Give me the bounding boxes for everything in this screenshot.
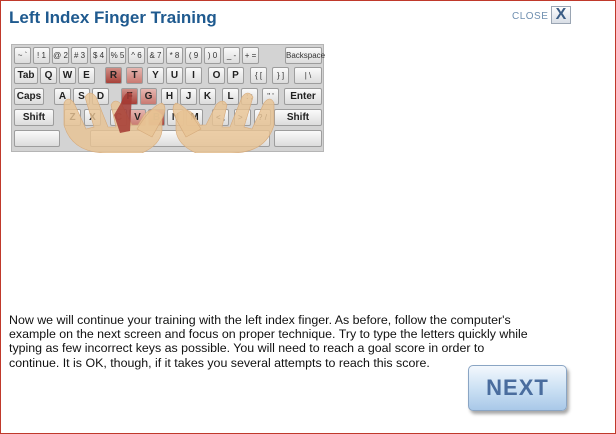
hands-illustration bbox=[63, 92, 275, 153]
dialog-frame: Left Index Finger Training CLOSE X ~ ` !… bbox=[0, 0, 616, 434]
instructions-text: Now we will continue your training with … bbox=[9, 313, 528, 370]
close-label[interactable]: CLOSE bbox=[512, 11, 548, 22]
keyboard-illustration: ~ ` ! 1 @ 2 # 3 $ 4 % 5 ^ 6 & 7 * 8 ( 9 … bbox=[11, 44, 325, 153]
page-title: Left Index Finger Training bbox=[9, 8, 217, 27]
next-button[interactable]: NEXT bbox=[468, 365, 567, 411]
close-icon[interactable]: X bbox=[551, 6, 571, 24]
